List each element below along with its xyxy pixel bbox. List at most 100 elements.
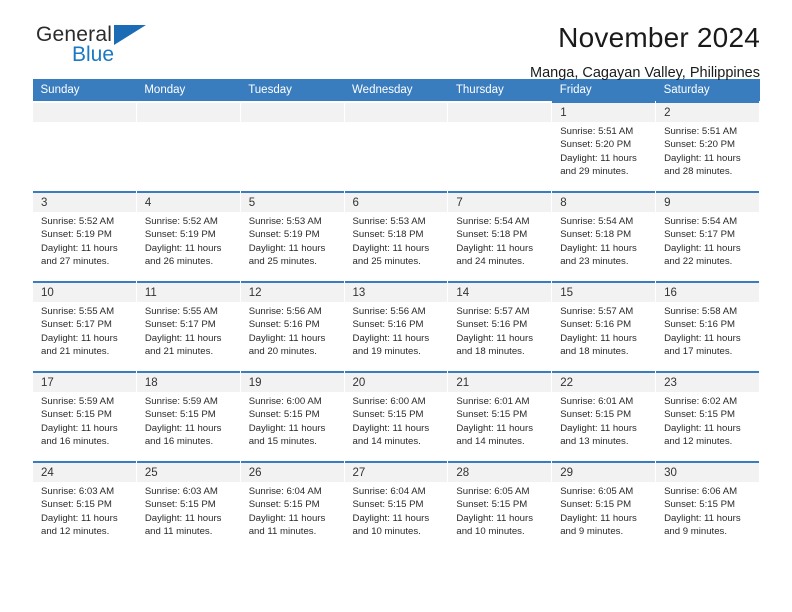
day-number: 25: [136, 461, 240, 482]
calendar-day-cell[interactable]: 28 Sunrise: 6:05 AM Sunset: 5:15 PM Dayligh…: [447, 461, 553, 551]
sunset-text: Sunset: 5:18 PM: [352, 229, 424, 241]
day-number: 23: [656, 371, 759, 392]
day-details: Sunrise: 5:57 AM Sunset: 5:16 PM Daylight:…: [448, 302, 551, 359]
day-cell-inner: 20 Sunrise: 6:00 AM Sunset: 5:15 PM Dayligh…: [344, 371, 448, 461]
sunrise-text: Sunrise: 6:01 AM: [560, 396, 634, 407]
day-cell-inner: 30 Sunrise: 6:06 AM Sunset: 5:15 PM Dayligh…: [656, 461, 759, 551]
calendar-day-cell[interactable]: 21 Sunrise: 6:01 AM Sunset: 5:15 PM Dayligh…: [447, 371, 553, 461]
calendar-day-cell[interactable]: 29 Sunrise: 6:05 AM Sunset: 5:15 PM Dayligh…: [551, 461, 657, 551]
calendar-day-cell[interactable]: 24 Sunrise: 6:03 AM Sunset: 5:15 PM Dayligh…: [32, 461, 137, 551]
calendar-empty-cell: [447, 101, 553, 191]
day-cell-inner: 6 Sunrise: 5:53 AM Sunset: 5:18 PM Daylight…: [344, 191, 448, 281]
daylight-text: Daylight: 11 hours and 16 minutes.: [41, 422, 118, 448]
daylight-text: Daylight: 11 hours and 26 minutes.: [144, 242, 222, 268]
calendar-day-cell[interactable]: 2 Sunrise: 5:51 AM Sunset: 5:20 PM Daylight…: [655, 101, 760, 191]
calendar-day-cell[interactable]: 9 Sunrise: 5:54 AM Sunset: 5:17 PM Daylight…: [655, 191, 760, 281]
calendar-day-cell[interactable]: 6 Sunrise: 5:53 AM Sunset: 5:18 PM Daylight…: [343, 191, 449, 281]
day-number: 13: [344, 281, 448, 302]
calendar-day-cell[interactable]: 19 Sunrise: 6:00 AM Sunset: 5:15 PM Dayligh…: [239, 371, 345, 461]
daylight-text: Daylight: 11 hours and 11 minutes.: [144, 512, 222, 538]
calendar-day-cell[interactable]: 20 Sunrise: 6:00 AM Sunset: 5:15 PM Dayligh…: [343, 371, 449, 461]
calendar-day-cell[interactable]: 3 Sunrise: 5:52 AM Sunset: 5:19 PM Daylight…: [32, 191, 137, 281]
day-cell-inner: 1 Sunrise: 5:51 AM Sunset: 5:20 PM Daylight…: [552, 101, 656, 191]
day-cell-inner: 13 Sunrise: 5:56 AM Sunset: 5:16 PM Dayligh…: [344, 281, 448, 371]
day-cell-inner: 21 Sunrise: 6:01 AM Sunset: 5:15 PM Dayligh…: [448, 371, 552, 461]
daylight-text: Daylight: 11 hours and 27 minutes.: [41, 242, 118, 268]
sunset-text: Sunset: 5:18 PM: [560, 229, 632, 241]
day-cell-inner: 28 Sunrise: 6:05 AM Sunset: 5:15 PM Dayligh…: [448, 461, 552, 551]
calendar-day-cell[interactable]: 7 Sunrise: 5:54 AM Sunset: 5:18 PM Daylight…: [447, 191, 553, 281]
calendar-day-cell[interactable]: 1 Sunrise: 5:51 AM Sunset: 5:20 PM Daylight…: [551, 101, 657, 191]
day-number: 1: [552, 101, 656, 122]
sunrise-sunset-calendar: Sunday Monday Tuesday Wednesday Thursday…: [32, 79, 760, 551]
day-details: Sunrise: 5:59 AM Sunset: 5:15 PM Daylight:…: [137, 392, 240, 449]
sunrise-text: Sunrise: 6:00 AM: [248, 396, 322, 407]
day-cell-inner: [448, 101, 552, 191]
sunrise-text: Sunrise: 5:51 AM: [664, 126, 738, 137]
calendar-day-cell[interactable]: 13 Sunrise: 5:56 AM Sunset: 5:16 PM Dayligh…: [343, 281, 449, 371]
sunrise-text: Sunrise: 6:03 AM: [144, 486, 218, 497]
calendar-day-cell[interactable]: 8 Sunrise: 5:54 AM Sunset: 5:18 PM Daylight…: [551, 191, 657, 281]
calendar-day-cell[interactable]: 16 Sunrise: 5:58 AM Sunset: 5:16 PM Dayligh…: [655, 281, 760, 371]
sunset-text: Sunset: 5:18 PM: [456, 229, 528, 241]
calendar-day-cell[interactable]: 17 Sunrise: 5:59 AM Sunset: 5:15 PM Dayligh…: [32, 371, 137, 461]
sunset-text: Sunset: 5:17 PM: [41, 319, 112, 331]
sunrise-text: Sunrise: 5:59 AM: [144, 396, 218, 407]
calendar-day-cell[interactable]: 12 Sunrise: 5:56 AM Sunset: 5:16 PM Dayligh…: [239, 281, 345, 371]
day-number: 29: [552, 461, 656, 482]
daylight-text: Daylight: 11 hours and 20 minutes.: [248, 332, 326, 358]
calendar-day-cell[interactable]: 5 Sunrise: 5:53 AM Sunset: 5:19 PM Daylight…: [239, 191, 345, 281]
calendar-day-cell[interactable]: 15 Sunrise: 5:57 AM Sunset: 5:16 PM Dayligh…: [551, 281, 657, 371]
day-number: 20: [344, 371, 448, 392]
calendar-day-cell[interactable]: 11 Sunrise: 5:55 AM Sunset: 5:17 PM Dayligh…: [135, 281, 241, 371]
calendar-day-cell[interactable]: 26 Sunrise: 6:04 AM Sunset: 5:15 PM Dayligh…: [239, 461, 345, 551]
calendar-day-cell[interactable]: 25 Sunrise: 6:03 AM Sunset: 5:15 PM Dayligh…: [135, 461, 241, 551]
calendar-day-cell[interactable]: 14 Sunrise: 5:57 AM Sunset: 5:16 PM Dayligh…: [447, 281, 553, 371]
sunset-text: Sunset: 5:16 PM: [456, 319, 528, 331]
calendar-day-cell[interactable]: 10 Sunrise: 5:55 AM Sunset: 5:17 PM Dayligh…: [32, 281, 137, 371]
sunrise-text: Sunrise: 6:06 AM: [664, 486, 738, 497]
calendar-day-cell[interactable]: 4 Sunrise: 5:52 AM Sunset: 5:19 PM Daylight…: [135, 191, 241, 281]
day-number: 18: [136, 371, 240, 392]
day-details: Sunrise: 5:52 AM Sunset: 5:19 PM Daylight:…: [137, 212, 240, 269]
calendar-day-cell[interactable]: 18 Sunrise: 5:59 AM Sunset: 5:15 PM Dayligh…: [135, 371, 241, 461]
sunrise-text: Sunrise: 5:56 AM: [248, 306, 322, 317]
day-cell-inner: 12 Sunrise: 5:56 AM Sunset: 5:16 PM Dayligh…: [240, 281, 344, 371]
sunset-text: Sunset: 5:15 PM: [456, 499, 528, 511]
day-number: 22: [552, 371, 656, 392]
generalblue-logo[interactable]: General Blue: [36, 24, 216, 76]
daylight-text: Daylight: 11 hours and 11 minutes.: [248, 512, 326, 538]
sunset-text: Sunset: 5:20 PM: [664, 139, 735, 151]
day-details: Sunrise: 6:01 AM Sunset: 5:15 PM Daylight:…: [448, 392, 551, 449]
day-details: Sunrise: 5:53 AM Sunset: 5:19 PM Daylight:…: [241, 212, 344, 269]
daylight-text: Daylight: 11 hours and 24 minutes.: [456, 242, 533, 268]
daylight-text: Daylight: 11 hours and 12 minutes.: [41, 512, 118, 538]
daylight-text: Daylight: 11 hours and 23 minutes.: [560, 242, 637, 268]
sunset-text: Sunset: 5:16 PM: [664, 319, 735, 331]
day-number: [448, 101, 552, 122]
daylight-text: Daylight: 11 hours and 18 minutes.: [560, 332, 637, 358]
calendar-day-cell[interactable]: 27 Sunrise: 6:04 AM Sunset: 5:15 PM Dayligh…: [343, 461, 449, 551]
sunrise-text: Sunrise: 6:00 AM: [352, 396, 426, 407]
day-number: 16: [656, 281, 759, 302]
daylight-text: Daylight: 11 hours and 29 minutes.: [560, 152, 637, 178]
calendar-day-cell[interactable]: 23 Sunrise: 6:02 AM Sunset: 5:15 PM Dayligh…: [655, 371, 760, 461]
sunrise-text: Sunrise: 5:57 AM: [456, 306, 530, 317]
daylight-text: Daylight: 11 hours and 18 minutes.: [456, 332, 533, 358]
calendar-week-row: 3 Sunrise: 5:52 AM Sunset: 5:19 PM Daylight…: [32, 191, 760, 281]
day-number: 6: [344, 191, 448, 212]
sunrise-text: Sunrise: 5:52 AM: [144, 216, 218, 227]
sunset-text: Sunset: 5:19 PM: [41, 229, 112, 241]
sunrise-text: Sunrise: 5:59 AM: [41, 396, 115, 407]
day-number: 11: [136, 281, 240, 302]
day-details: Sunrise: 5:53 AM Sunset: 5:18 PM Daylight:…: [345, 212, 448, 269]
day-cell-inner: [344, 101, 448, 191]
sunset-text: Sunset: 5:15 PM: [352, 409, 424, 421]
day-cell-inner: 19 Sunrise: 6:00 AM Sunset: 5:15 PM Dayligh…: [240, 371, 344, 461]
day-details: Sunrise: 5:59 AM Sunset: 5:15 PM Daylight:…: [33, 392, 136, 449]
calendar-day-cell[interactable]: 30 Sunrise: 6:06 AM Sunset: 5:15 PM Dayligh…: [655, 461, 760, 551]
day-number: 24: [33, 461, 136, 482]
day-details: Sunrise: 5:58 AM Sunset: 5:16 PM Daylight:…: [656, 302, 759, 359]
calendar-day-cell[interactable]: 22 Sunrise: 6:01 AM Sunset: 5:15 PM Dayligh…: [551, 371, 657, 461]
day-details: Sunrise: 5:55 AM Sunset: 5:17 PM Daylight:…: [137, 302, 240, 359]
